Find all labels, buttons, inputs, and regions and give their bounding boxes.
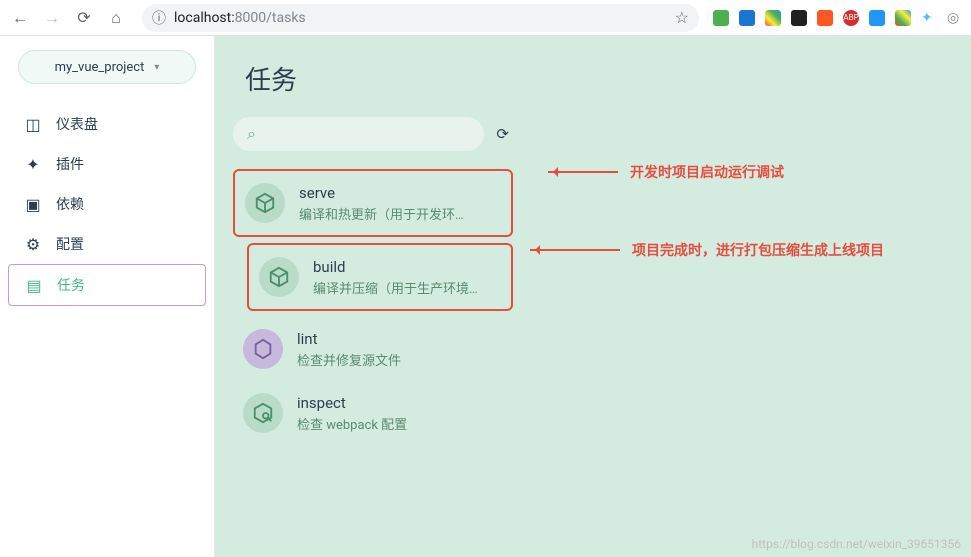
task-desc: 编译和热更新（用于开发环… <box>299 204 464 223</box>
sidebar-item-config[interactable]: ⚙ 配置 <box>8 224 206 264</box>
ext-icon[interactable] <box>817 10 833 26</box>
task-item-build[interactable]: build 编译并压缩（用于生产环境… <box>247 243 513 311</box>
cube-icon <box>259 257 299 297</box>
sidebar-item-label: 配置 <box>56 234 84 254</box>
cube-search-icon <box>243 393 283 433</box>
sidebar-item-label: 插件 <box>56 154 84 174</box>
bookmark-icon[interactable]: ☆ <box>675 8 689 27</box>
main-content: 任务 ⌕ ⟳ serve 编译和热更新（用于开发环… <box>215 36 971 557</box>
ext-icon[interactable] <box>713 10 729 26</box>
address-bar[interactable]: ⓘ localhost:8000/tasks ☆ <box>142 4 699 32</box>
search-input[interactable]: ⌕ <box>233 117 484 151</box>
sidebar-item-deps[interactable]: ▣ 依赖 <box>8 184 206 224</box>
sidebar-item-dashboard[interactable]: ◫ 仪表盘 <box>8 104 206 144</box>
task-item-lint[interactable]: lint 检查并修复源文件 <box>233 317 513 381</box>
sidebar: my_vue_project ▾ ◫ 仪表盘 ✦ 插件 ▣ 依赖 ⚙ 配置 ▤ … <box>0 36 215 557</box>
ext-icon[interactable]: ◎ <box>947 10 963 26</box>
back-button[interactable]: ← <box>8 6 32 30</box>
puzzle-icon: ✦ <box>24 155 42 173</box>
search-icon: ⌕ <box>247 124 256 144</box>
browser-toolbar: ← → ⟳ ⌂ ⓘ localhost:8000/tasks ☆ ABP ✦ ◎ <box>0 0 971 36</box>
task-desc: 检查 webpack 配置 <box>297 414 407 433</box>
ext-icon[interactable] <box>869 10 885 26</box>
task-name: inspect <box>297 394 407 412</box>
task-name: build <box>313 258 478 276</box>
reload-button[interactable]: ⟳ <box>72 6 96 30</box>
task-item-serve[interactable]: serve 编译和热更新（用于开发环… <box>233 169 513 237</box>
project-name: my_vue_project <box>55 60 145 75</box>
arrow-icon <box>530 249 620 251</box>
ext-icon[interactable]: ✦ <box>921 10 937 26</box>
annotation-build: 项目完成时，进行打包压缩生成上线项目 <box>530 240 884 260</box>
ext-icon[interactable] <box>765 10 781 26</box>
extension-icons: ABP ✦ ◎ <box>713 10 963 26</box>
annotation-serve: 开发时项目启动运行调试 <box>548 162 784 182</box>
package-icon: ▣ <box>24 195 42 213</box>
task-desc: 检查并修复源文件 <box>297 350 401 369</box>
dashboard-icon: ◫ <box>24 115 42 133</box>
cube-icon <box>245 183 285 223</box>
sidebar-item-tasks[interactable]: ▤ 任务 <box>8 264 206 306</box>
ext-icon[interactable] <box>895 10 911 26</box>
arrow-icon <box>548 171 618 173</box>
tasks-icon: ▤ <box>25 276 43 294</box>
sidebar-item-label: 任务 <box>57 275 85 295</box>
sidebar-item-plugins[interactable]: ✦ 插件 <box>8 144 206 184</box>
project-selector[interactable]: my_vue_project ▾ <box>18 50 196 84</box>
sidebar-item-label: 仪表盘 <box>56 114 98 134</box>
gear-icon: ⚙ <box>24 235 42 253</box>
annotation-text: 项目完成时，进行打包压缩生成上线项目 <box>632 240 884 260</box>
hexagon-icon <box>243 329 283 369</box>
abp-icon[interactable]: ABP <box>843 10 859 26</box>
url-text: localhost:8000/tasks <box>174 10 306 26</box>
sidebar-item-label: 依赖 <box>56 194 84 214</box>
page-title: 任务 <box>215 36 971 117</box>
ext-icon[interactable] <box>791 10 807 26</box>
refresh-button[interactable]: ⟳ <box>492 121 513 147</box>
forward-button[interactable]: → <box>40 6 64 30</box>
ext-icon[interactable] <box>739 10 755 26</box>
watermark: https://blog.csdn.net/weixin_39651356 <box>752 537 961 551</box>
task-name: lint <box>297 330 401 348</box>
home-button[interactable]: ⌂ <box>104 6 128 30</box>
chevron-down-icon: ▾ <box>154 62 159 73</box>
task-name: serve <box>299 184 464 202</box>
annotation-text: 开发时项目启动运行调试 <box>630 162 784 182</box>
task-item-inspect[interactable]: inspect 检查 webpack 配置 <box>233 381 513 445</box>
info-icon: ⓘ <box>152 8 166 28</box>
task-desc: 编译并压缩（用于生产环境… <box>313 278 478 297</box>
